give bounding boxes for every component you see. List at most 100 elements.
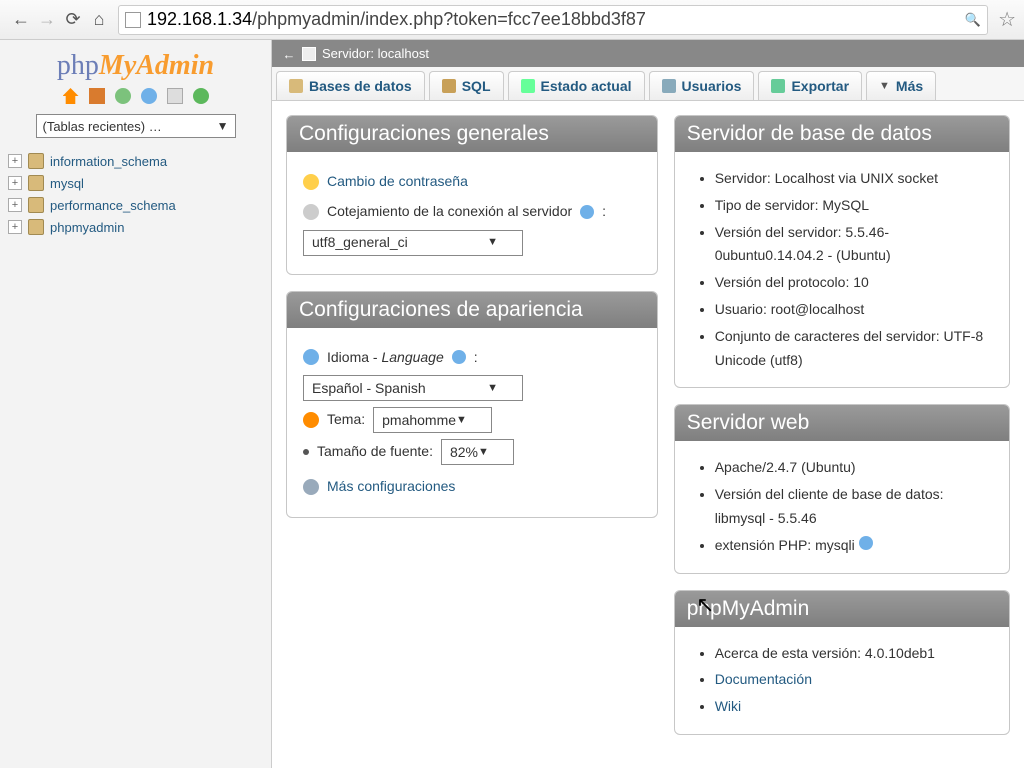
server-info-item: Versión del servidor: 5.5.46-0ubuntu0.14… xyxy=(715,221,993,269)
sql-icon xyxy=(442,79,456,93)
palette-icon xyxy=(303,412,319,428)
collation-label: Cotejamiento de la conexión al servidor xyxy=(327,200,572,224)
expand-icon[interactable]: + xyxy=(8,220,22,234)
sidebar-toolbar xyxy=(8,88,263,104)
db-name: performance_schema xyxy=(50,198,176,213)
more-settings-link[interactable]: Más configuraciones xyxy=(327,475,455,499)
server-info-item: Versión del protocolo: 10 xyxy=(715,271,993,295)
panel-db-server: Servidor de base de datos Servidor: Loca… xyxy=(674,115,1010,388)
bookmark-star-icon[interactable]: ☆ xyxy=(998,7,1016,32)
db-name: information_schema xyxy=(50,154,167,169)
tab-status[interactable]: Estado actual xyxy=(508,71,645,100)
panel-title: Configuraciones de apariencia xyxy=(287,292,657,328)
chevron-down-icon: ▼ xyxy=(217,119,229,133)
zoom-icon[interactable]: 🔍 xyxy=(965,12,981,28)
db-name: mysql xyxy=(50,176,84,191)
panel-title: phpMyAdmin xyxy=(675,591,1009,627)
language-select[interactable]: Español - Spanish ▼ xyxy=(303,375,523,401)
server-info-item: Tipo de servidor: MySQL xyxy=(715,194,993,218)
language-label: Idioma - Language xyxy=(327,346,444,370)
pma-version: Acerca de esta versión: 4.0.10deb1 xyxy=(715,642,993,666)
server-info-item: Servidor: Localhost via UNIX socket xyxy=(715,167,993,191)
phpmyadmin-logo: phpMyAdmin xyxy=(8,50,263,82)
server-info-item: Conjunto de caracteres del servidor: UTF… xyxy=(715,325,993,373)
url-bar[interactable]: 192.168.1.34/phpmyadmin/index.php?token=… xyxy=(118,5,988,35)
help-icon[interactable] xyxy=(859,536,873,550)
forward-button[interactable]: → xyxy=(34,7,60,33)
db-item[interactable]: + performance_schema xyxy=(8,194,263,216)
panel-appearance-settings: Configuraciones de apariencia Idioma - L… xyxy=(286,291,658,519)
collation-select[interactable]: utf8_general_ci ▼ xyxy=(303,230,523,256)
docs-link[interactable]: Documentación xyxy=(715,671,812,687)
key-icon xyxy=(303,174,319,190)
sidebar: phpMyAdmin (Tablas recientes) … ▼ + infor… xyxy=(0,40,272,768)
webserver-info-item: extensión PHP: mysqli xyxy=(715,534,993,558)
panel-web-server: Servidor web Apache/2.4.7 (Ubuntu) Versi… xyxy=(674,404,1010,573)
reload-icon[interactable] xyxy=(193,88,209,104)
help-icon[interactable] xyxy=(580,205,594,219)
tab-more[interactable]: ▼Más xyxy=(866,71,936,100)
expand-icon[interactable]: + xyxy=(8,198,22,212)
recent-tables-label: (Tablas recientes) … xyxy=(43,119,162,134)
page-icon xyxy=(125,12,141,28)
chevron-down-icon: ▼ xyxy=(478,443,489,462)
status-icon xyxy=(521,79,535,93)
theme-label: Tema: xyxy=(327,408,365,432)
home-icon[interactable] xyxy=(63,88,79,104)
tab-users[interactable]: Usuarios xyxy=(649,71,755,100)
panel-general-settings: Configuraciones generales Cambio de cont… xyxy=(286,115,658,275)
users-icon xyxy=(662,79,676,93)
navi-icon[interactable] xyxy=(167,88,183,104)
chevron-down-icon: ▼ xyxy=(487,233,498,252)
databases-icon xyxy=(289,79,303,93)
server-bar: ← Servidor: localhost xyxy=(272,40,1024,67)
top-tabs: Bases de datos SQL Estado actual Usuario… xyxy=(272,67,1024,101)
recent-tables-select[interactable]: (Tablas recientes) … ▼ xyxy=(36,114,236,138)
db-item[interactable]: + mysql xyxy=(8,172,263,194)
fontsize-label: Tamaño de fuente: xyxy=(317,440,433,464)
home-button[interactable]: ⌂ xyxy=(86,7,112,33)
fontsize-select[interactable]: 82% ▼ xyxy=(441,439,514,465)
database-icon xyxy=(28,197,44,213)
bullet-icon xyxy=(303,449,309,455)
help-icon[interactable] xyxy=(452,350,466,364)
collation-icon xyxy=(303,204,319,220)
panel-phpmyadmin: phpMyAdmin Acerca de esta versión: 4.0.1… xyxy=(674,590,1010,735)
panel-title: Servidor de base de datos xyxy=(675,116,1009,152)
chevron-down-icon: ▼ xyxy=(487,379,498,398)
logout-icon[interactable] xyxy=(89,88,105,104)
back-button[interactable]: ← xyxy=(8,7,34,33)
wiki-link[interactable]: Wiki xyxy=(715,698,741,714)
database-icon xyxy=(28,219,44,235)
change-password-link[interactable]: Cambio de contraseña xyxy=(327,170,468,194)
wrench-icon xyxy=(303,479,319,495)
docs-icon[interactable] xyxy=(141,88,157,104)
chevron-down-icon: ▼ xyxy=(456,411,467,430)
expand-icon[interactable]: + xyxy=(8,176,22,190)
reload-button[interactable]: ⟳ xyxy=(60,7,86,33)
export-icon xyxy=(771,79,785,93)
url-text: 192.168.1.34/phpmyadmin/index.php?token=… xyxy=(147,9,961,30)
webserver-info-item: Apache/2.4.7 (Ubuntu) xyxy=(715,456,993,480)
chevron-down-icon: ▼ xyxy=(879,80,890,92)
database-icon xyxy=(28,175,44,191)
server-icon xyxy=(302,47,316,61)
webserver-info-item: Versión del cliente de base de datos: li… xyxy=(715,483,993,531)
server-label: Servidor: localhost xyxy=(322,46,429,61)
collapse-icon[interactable]: ← xyxy=(282,47,296,61)
theme-select[interactable]: pmahomme ▼ xyxy=(373,407,492,433)
tab-sql[interactable]: SQL xyxy=(429,71,504,100)
query-icon[interactable] xyxy=(115,88,131,104)
tab-export[interactable]: Exportar xyxy=(758,71,862,100)
db-item[interactable]: + information_schema xyxy=(8,150,263,172)
expand-icon[interactable]: + xyxy=(8,154,22,168)
db-name: phpmyadmin xyxy=(50,220,124,235)
panel-title: Configuraciones generales xyxy=(287,116,657,152)
db-item[interactable]: + phpmyadmin xyxy=(8,216,263,238)
database-tree: + information_schema + mysql + performance_… xyxy=(8,150,263,238)
database-icon xyxy=(28,153,44,169)
tab-databases[interactable]: Bases de datos xyxy=(276,71,425,100)
globe-icon xyxy=(303,349,319,365)
server-info-item: Usuario: root@localhost xyxy=(715,298,993,322)
panel-title: Servidor web xyxy=(675,405,1009,441)
